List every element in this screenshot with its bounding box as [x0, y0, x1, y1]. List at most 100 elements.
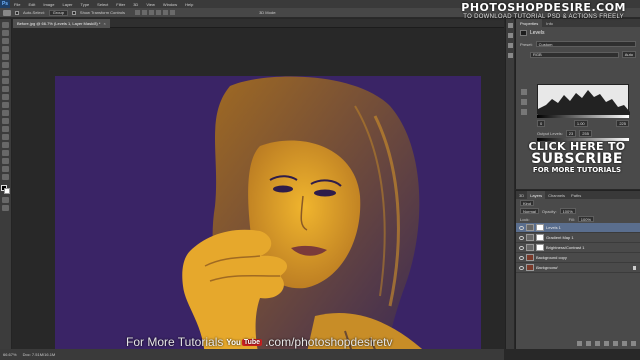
actions-panel-icon[interactable] [507, 33, 513, 38]
visibility-eye-icon[interactable] [519, 265, 524, 270]
gray-point-eyedropper-icon[interactable] [521, 99, 527, 105]
canvas-area[interactable] [13, 29, 504, 360]
pen-icon[interactable] [2, 134, 9, 140]
tab-info[interactable]: Info [542, 19, 557, 27]
channel-dropdown[interactable]: RGB [530, 51, 619, 58]
lock-icon [633, 265, 636, 270]
transform-controls-checkbox[interactable] [71, 10, 76, 15]
align-middle-icon[interactable] [142, 10, 148, 15]
auto-button[interactable]: Auto [621, 51, 636, 58]
layer-row[interactable]: Levels 1 [516, 223, 640, 233]
delete-layer-icon[interactable] [631, 341, 636, 346]
menu-file[interactable]: File [10, 2, 24, 7]
subscribe-overlay[interactable]: CLICK HERE TO SUBSCRIBE FOR MORE TUTORIA… [522, 141, 632, 174]
document-tab[interactable]: Before.jpg @ 66.7% (Levels 1, Layer Mask… [13, 18, 110, 28]
menu-layer[interactable]: Layer [58, 2, 76, 7]
mask-thumbnail[interactable] [536, 234, 544, 241]
input-black-value[interactable]: 0 [537, 120, 546, 127]
color-swatches[interactable] [0, 185, 11, 195]
align-bottom-icon[interactable] [149, 10, 155, 15]
blur-icon[interactable] [2, 118, 9, 124]
new-layer-icon[interactable] [622, 341, 627, 346]
output-white-value[interactable]: 255 [579, 130, 592, 137]
white-point-eyedropper-icon[interactable] [521, 109, 527, 115]
brush-icon[interactable] [2, 78, 9, 84]
crop-icon[interactable] [2, 54, 9, 60]
opacity-field[interactable]: 100% [559, 208, 576, 214]
blend-mode-dropdown[interactable]: Normal [520, 208, 539, 214]
layers-panel: 3D Layers Channels Paths Kind Normal Opa… [515, 190, 640, 349]
shape-icon[interactable] [2, 158, 9, 164]
background-color[interactable] [3, 188, 10, 194]
input-gradient-slider[interactable] [537, 115, 629, 118]
tab-layers[interactable]: Layers [527, 191, 546, 199]
zoom-icon[interactable] [2, 174, 9, 180]
doc-size: Doc: 7.51M/16.1M [22, 352, 56, 357]
visibility-eye-icon[interactable] [519, 225, 524, 230]
paragraph-panel-icon[interactable] [507, 53, 513, 58]
menu-select[interactable]: Select [93, 2, 112, 7]
visibility-eye-icon[interactable] [519, 245, 524, 250]
levels-histogram[interactable] [537, 84, 630, 115]
fill-field[interactable]: 100% [577, 216, 595, 222]
eraser-icon[interactable] [2, 102, 9, 108]
close-tab-icon[interactable]: × [103, 21, 105, 26]
align-top-icon[interactable] [135, 10, 141, 15]
layer-style-icon[interactable] [586, 341, 591, 346]
new-group-icon[interactable] [613, 341, 618, 346]
history-brush-icon[interactable] [2, 94, 9, 100]
visibility-eye-icon[interactable] [519, 255, 524, 260]
tab-properties[interactable]: Properties [516, 19, 543, 27]
layer-row[interactable]: Gradient Map 1 [516, 233, 640, 243]
mask-thumbnail[interactable] [536, 224, 544, 231]
hand-icon[interactable] [2, 166, 9, 172]
quick-mask-icon[interactable] [2, 197, 9, 203]
character-panel-icon[interactable] [507, 43, 513, 48]
screen-mode-icon[interactable] [2, 205, 9, 211]
black-point-eyedropper-icon[interactable] [521, 89, 527, 95]
tab-paths[interactable]: Paths [568, 191, 584, 199]
history-panel-icon[interactable] [507, 23, 513, 28]
healing-brush-icon[interactable] [2, 70, 9, 76]
menu-help[interactable]: Help [181, 2, 197, 7]
layer-row[interactable]: Background copy [516, 253, 640, 263]
auto-select-dropdown[interactable]: Group [48, 9, 68, 16]
link-layers-icon[interactable] [577, 341, 582, 346]
new-adjustment-icon[interactable] [604, 341, 609, 346]
input-white-value[interactable]: 225 [616, 120, 629, 127]
gradient-icon[interactable] [2, 110, 9, 116]
move-tool-icon[interactable] [3, 9, 11, 16]
mask-thumbnail[interactable] [536, 244, 544, 251]
marquee-icon[interactable] [2, 30, 9, 36]
align-left-icon[interactable] [156, 10, 162, 15]
input-gamma-value[interactable]: 1.00 [573, 120, 588, 127]
menu-3d[interactable]: 3D [129, 2, 142, 7]
align-center-icon[interactable] [163, 10, 169, 15]
preset-dropdown[interactable]: Custom [535, 41, 636, 47]
menu-edit[interactable]: Edit [24, 2, 39, 7]
path-select-icon[interactable] [2, 150, 9, 156]
add-mask-icon[interactable] [595, 341, 600, 346]
menu-view[interactable]: View [142, 2, 159, 7]
zoom-level[interactable]: 66.67% [3, 352, 17, 357]
layer-row[interactable]: Brightness/Contrast 1 [516, 243, 640, 253]
type-icon[interactable] [2, 142, 9, 148]
tab-channels[interactable]: Channels [545, 191, 568, 199]
dodge-icon[interactable] [2, 126, 9, 132]
output-black-value[interactable]: 23 [565, 130, 577, 137]
auto-select-checkbox[interactable] [15, 10, 19, 15]
align-right-icon[interactable] [170, 10, 176, 15]
menu-window[interactable]: Window [159, 2, 181, 7]
move-icon[interactable] [2, 22, 9, 28]
eyedropper-icon[interactable] [2, 62, 9, 68]
tab-3d[interactable]: 3D [516, 191, 527, 199]
menu-type[interactable]: Type [77, 2, 94, 7]
quick-select-icon[interactable] [2, 46, 9, 52]
lasso-icon[interactable] [2, 38, 9, 44]
visibility-eye-icon[interactable] [519, 235, 524, 240]
kind-filter-dropdown[interactable]: Kind [520, 200, 535, 206]
menu-filter[interactable]: Filter [112, 2, 129, 7]
clone-stamp-icon[interactable] [2, 86, 9, 92]
layer-row[interactable]: Background [516, 263, 640, 273]
menu-image[interactable]: Image [39, 2, 58, 7]
